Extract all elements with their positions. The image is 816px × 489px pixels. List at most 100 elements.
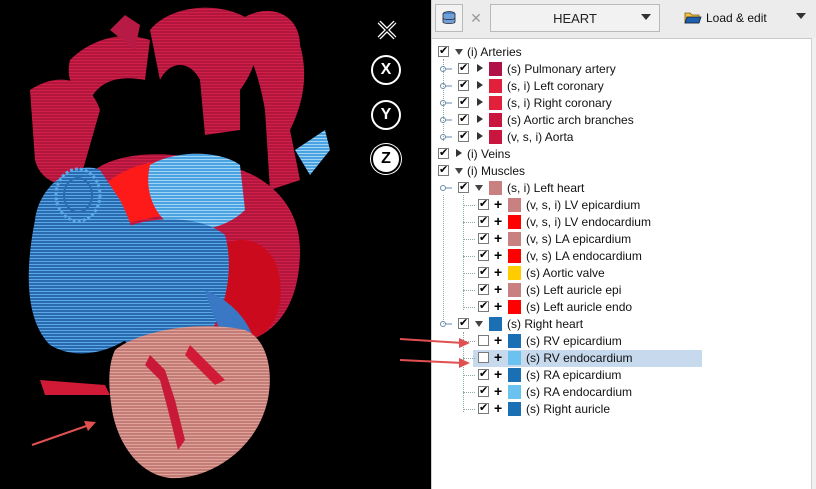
tree-group-muscles[interactable]: (i) Muscles: [432, 163, 816, 180]
tree-item-aortic-valve[interactable]: + (s) Aortic valve: [432, 264, 816, 282]
tree-item-right-coronary[interactable]: (s, i) Right coronary: [432, 95, 816, 112]
tree-item-rv-endocardium[interactable]: + (s) RV endocardium: [432, 349, 816, 367]
clear-model-button[interactable]: ✕: [465, 4, 487, 32]
view-y-axis-button[interactable]: Y: [371, 100, 401, 130]
tree-item-aorta[interactable]: (v, s, i) Aorta: [432, 129, 816, 146]
tree-item-ra-endocardium[interactable]: + (s) RA endocardium: [432, 383, 816, 401]
visibility-checkbox[interactable]: [478, 299, 489, 313]
visibility-checkbox[interactable]: [438, 163, 449, 177]
color-swatch[interactable]: [508, 249, 521, 263]
visibility-checkbox[interactable]: [458, 61, 469, 75]
tree-group-right-heart[interactable]: (s) Right heart: [432, 316, 816, 333]
color-swatch[interactable]: [508, 215, 521, 229]
item-label: (s, i) Left coronary: [507, 79, 604, 93]
tree-group-veins[interactable]: (i) Veins: [432, 146, 816, 163]
color-swatch[interactable]: [489, 62, 502, 76]
model-select-dropdown[interactable]: HEART: [490, 4, 660, 32]
color-swatch[interactable]: [508, 402, 521, 416]
tree-item-left-auricle-endo[interactable]: + (s) Left auricle endo: [432, 298, 816, 316]
visibility-checkbox[interactable]: [458, 78, 469, 92]
visibility-checkbox[interactable]: [458, 180, 469, 194]
visibility-checkbox[interactable]: [478, 265, 489, 279]
tree-item-pulmonary-artery[interactable]: (s) Pulmonary artery: [432, 61, 816, 78]
tree-item-ra-epicardium[interactable]: + (s) RA epicardium: [432, 366, 816, 384]
heart-3d-rendering[interactable]: [0, 0, 431, 489]
link-pin-icon: [440, 66, 452, 72]
visibility-checkbox[interactable]: [438, 146, 449, 160]
expand-down-icon[interactable]: [475, 185, 483, 191]
add-icon[interactable]: +: [494, 332, 502, 348]
visibility-checkbox[interactable]: [458, 129, 469, 143]
expand-right-icon[interactable]: [456, 149, 462, 157]
tree-item-left-coronary[interactable]: (s, i) Left coronary: [432, 78, 816, 95]
color-swatch[interactable]: [508, 300, 521, 314]
add-icon[interactable]: +: [494, 349, 502, 365]
expand-down-icon[interactable]: [455, 49, 463, 55]
visibility-checkbox[interactable]: [458, 112, 469, 126]
add-icon[interactable]: +: [494, 281, 502, 297]
add-icon[interactable]: +: [494, 264, 502, 280]
color-swatch[interactable]: [508, 351, 521, 365]
tree-item-rv-epicardium[interactable]: + (s) RV epicardium: [432, 332, 816, 350]
tree-item-la-endocardium[interactable]: + (v, s) LA endocardium: [432, 247, 816, 265]
tree-item-lv-epicardium[interactable]: + (v, s, i) LV epicardium: [432, 196, 816, 214]
expand-right-icon[interactable]: [477, 98, 483, 106]
database-button[interactable]: [435, 4, 463, 32]
visibility-checkbox[interactable]: [438, 44, 449, 58]
color-swatch[interactable]: [508, 198, 521, 212]
add-icon[interactable]: +: [494, 230, 502, 246]
expand-right-icon[interactable]: [477, 81, 483, 89]
visibility-checkbox[interactable]: [478, 248, 489, 262]
chevron-down-icon: [641, 14, 651, 20]
expand-down-icon[interactable]: [455, 168, 463, 174]
tree-item-la-epicardium[interactable]: + (v, s) LA epicardium: [432, 230, 816, 248]
add-icon[interactable]: +: [494, 400, 502, 416]
visibility-checkbox[interactable]: [478, 335, 489, 346]
visibility-checkbox[interactable]: [478, 282, 489, 296]
tree-group-arteries[interactable]: (i) Arteries: [432, 44, 816, 61]
color-swatch[interactable]: [489, 130, 502, 144]
color-swatch[interactable]: [508, 283, 521, 297]
expand-right-icon[interactable]: [477, 132, 483, 140]
color-swatch[interactable]: [508, 232, 521, 246]
visibility-checkbox[interactable]: [478, 231, 489, 245]
add-icon[interactable]: +: [494, 247, 502, 263]
view-z-axis-button[interactable]: Z: [371, 144, 401, 174]
color-swatch[interactable]: [508, 266, 521, 280]
visibility-checkbox[interactable]: [478, 367, 489, 381]
add-icon[interactable]: +: [494, 196, 502, 212]
color-swatch[interactable]: [489, 79, 502, 93]
visibility-checkbox[interactable]: [478, 401, 489, 415]
add-icon[interactable]: +: [494, 366, 502, 382]
tree-item-right-auricle[interactable]: + (s) Right auricle: [432, 400, 816, 418]
tree-item-aortic-arch-branches[interactable]: (s) Aortic arch branches: [432, 112, 816, 129]
color-swatch[interactable]: [489, 181, 502, 195]
view-x-axis-button[interactable]: X: [371, 55, 401, 85]
tree-item-lv-endocardium[interactable]: + (v, s, i) LV endocardium: [432, 213, 816, 231]
panel-scrollbar[interactable]: [811, 38, 816, 489]
color-swatch[interactable]: [489, 113, 502, 127]
load-edit-button[interactable]: Load & edit: [672, 4, 812, 32]
expand-right-icon[interactable]: [477, 64, 483, 72]
color-swatch[interactable]: [489, 96, 502, 110]
add-icon[interactable]: +: [494, 298, 502, 314]
tree-group-left-heart[interactable]: (s, i) Left heart: [432, 180, 816, 197]
visibility-checkbox[interactable]: [478, 384, 489, 398]
3d-viewport[interactable]: X Y Z: [0, 0, 431, 489]
color-swatch[interactable]: [508, 385, 521, 399]
add-icon[interactable]: +: [494, 383, 502, 399]
visibility-checkbox[interactable]: [478, 352, 489, 363]
expand-down-icon[interactable]: [475, 321, 483, 327]
visibility-checkbox[interactable]: [458, 95, 469, 109]
add-icon[interactable]: +: [494, 213, 502, 229]
tree-item-left-auricle-epi[interactable]: + (s) Left auricle epi: [432, 281, 816, 299]
color-swatch[interactable]: [508, 334, 521, 348]
visibility-checkbox[interactable]: [458, 316, 469, 330]
color-swatch[interactable]: [508, 368, 521, 382]
expand-right-icon[interactable]: [477, 115, 483, 123]
visibility-checkbox[interactable]: [478, 197, 489, 211]
item-label: (v, s, i) LV epicardium: [526, 198, 641, 212]
color-swatch[interactable]: [489, 317, 502, 331]
visibility-checkbox[interactable]: [478, 214, 489, 228]
close-view-button[interactable]: [376, 19, 398, 41]
